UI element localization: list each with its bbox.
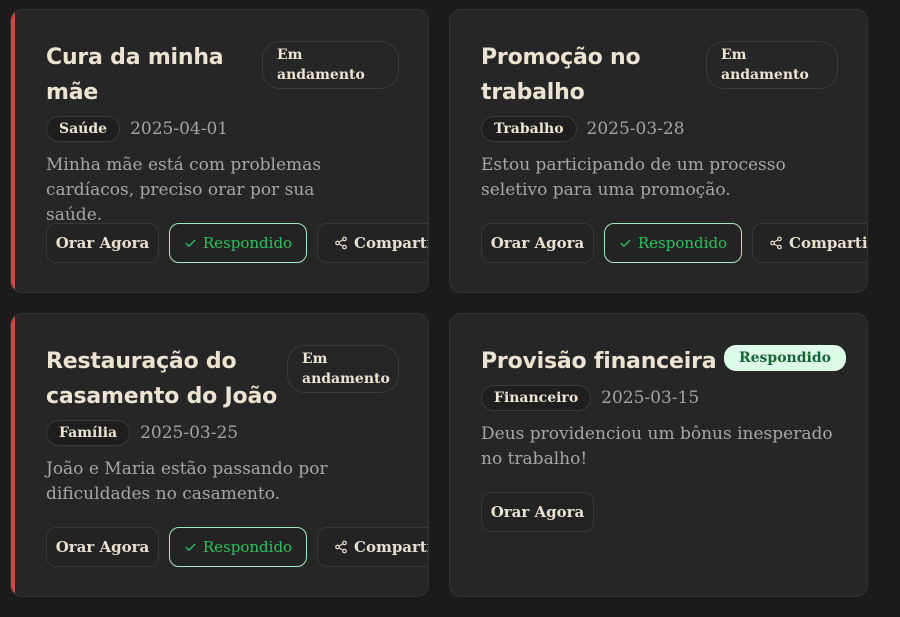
request-date: 2025-03-28 [586,119,685,139]
request-date: 2025-04-01 [130,119,229,139]
card-title: Provisão financeira [481,349,717,374]
prayer-card: Provisão financeira Respondido Financeir… [449,313,868,597]
answered-button[interactable]: Respondido [604,223,742,263]
card-title: Restauração do casamento do João [46,349,278,409]
answered-label: Respondido [637,234,728,252]
card-description: João e Maria estão passando por dificuld… [46,459,328,504]
share-label: Compartilhar [789,234,868,252]
card-description: Deus providenciou um bônus inesperado no… [481,424,833,469]
card-title: Cura da minha mãe [46,45,224,105]
card-title: Promoção no trabalho [481,45,641,105]
request-date: 2025-03-15 [601,388,700,408]
pray-now-button[interactable]: Orar Agora [481,492,594,532]
answered-button[interactable]: Respondido [169,527,307,567]
category-tag: Trabalho [481,116,577,142]
check-icon [620,239,631,247]
share-button[interactable]: Compartilhar [317,527,428,567]
status-badge: Em andamento [287,345,399,393]
answered-button[interactable]: Respondido [169,223,307,263]
pray-now-button[interactable]: Orar Agora [46,223,159,263]
check-icon [185,239,196,247]
category-tag: Saúde [46,116,121,142]
pray-now-label: Orar Agora [490,503,585,521]
answered-label: Respondido [202,234,293,252]
pray-now-label: Orar Agora [55,538,150,556]
share-label: Compartilhar [354,234,428,252]
prayer-card: Cura da minha mãe Em andamento Saúde 202… [10,9,429,293]
pray-now-button[interactable]: Orar Agora [481,223,594,263]
category-tag: Família [46,420,131,446]
category-tag: Financeiro [481,385,592,411]
share-button[interactable]: Compartilhar [317,223,428,263]
card-description: Estou participando de um processo seleti… [481,155,786,200]
pray-now-label: Orar Agora [55,234,150,252]
status-badge: Em andamento [706,41,838,89]
answered-label: Respondido [202,538,293,556]
share-label: Compartilhar [354,538,428,556]
share-icon [770,236,782,250]
status-badge: Em andamento [262,41,399,89]
share-icon [335,236,347,250]
check-icon [185,543,196,551]
card-description: Minha mãe está com problemas cardíacos, … [46,155,322,225]
pray-now-button[interactable]: Orar Agora [46,527,159,567]
status-badge: Respondido [724,345,846,371]
share-icon [335,540,347,554]
request-date: 2025-03-25 [140,423,239,443]
prayer-card: Promoção no trabalho Em andamento Trabal… [449,9,868,293]
prayer-card: Restauração do casamento do João Em anda… [10,313,429,597]
pray-now-label: Orar Agora [490,234,585,252]
share-button[interactable]: Compartilhar [752,223,868,263]
